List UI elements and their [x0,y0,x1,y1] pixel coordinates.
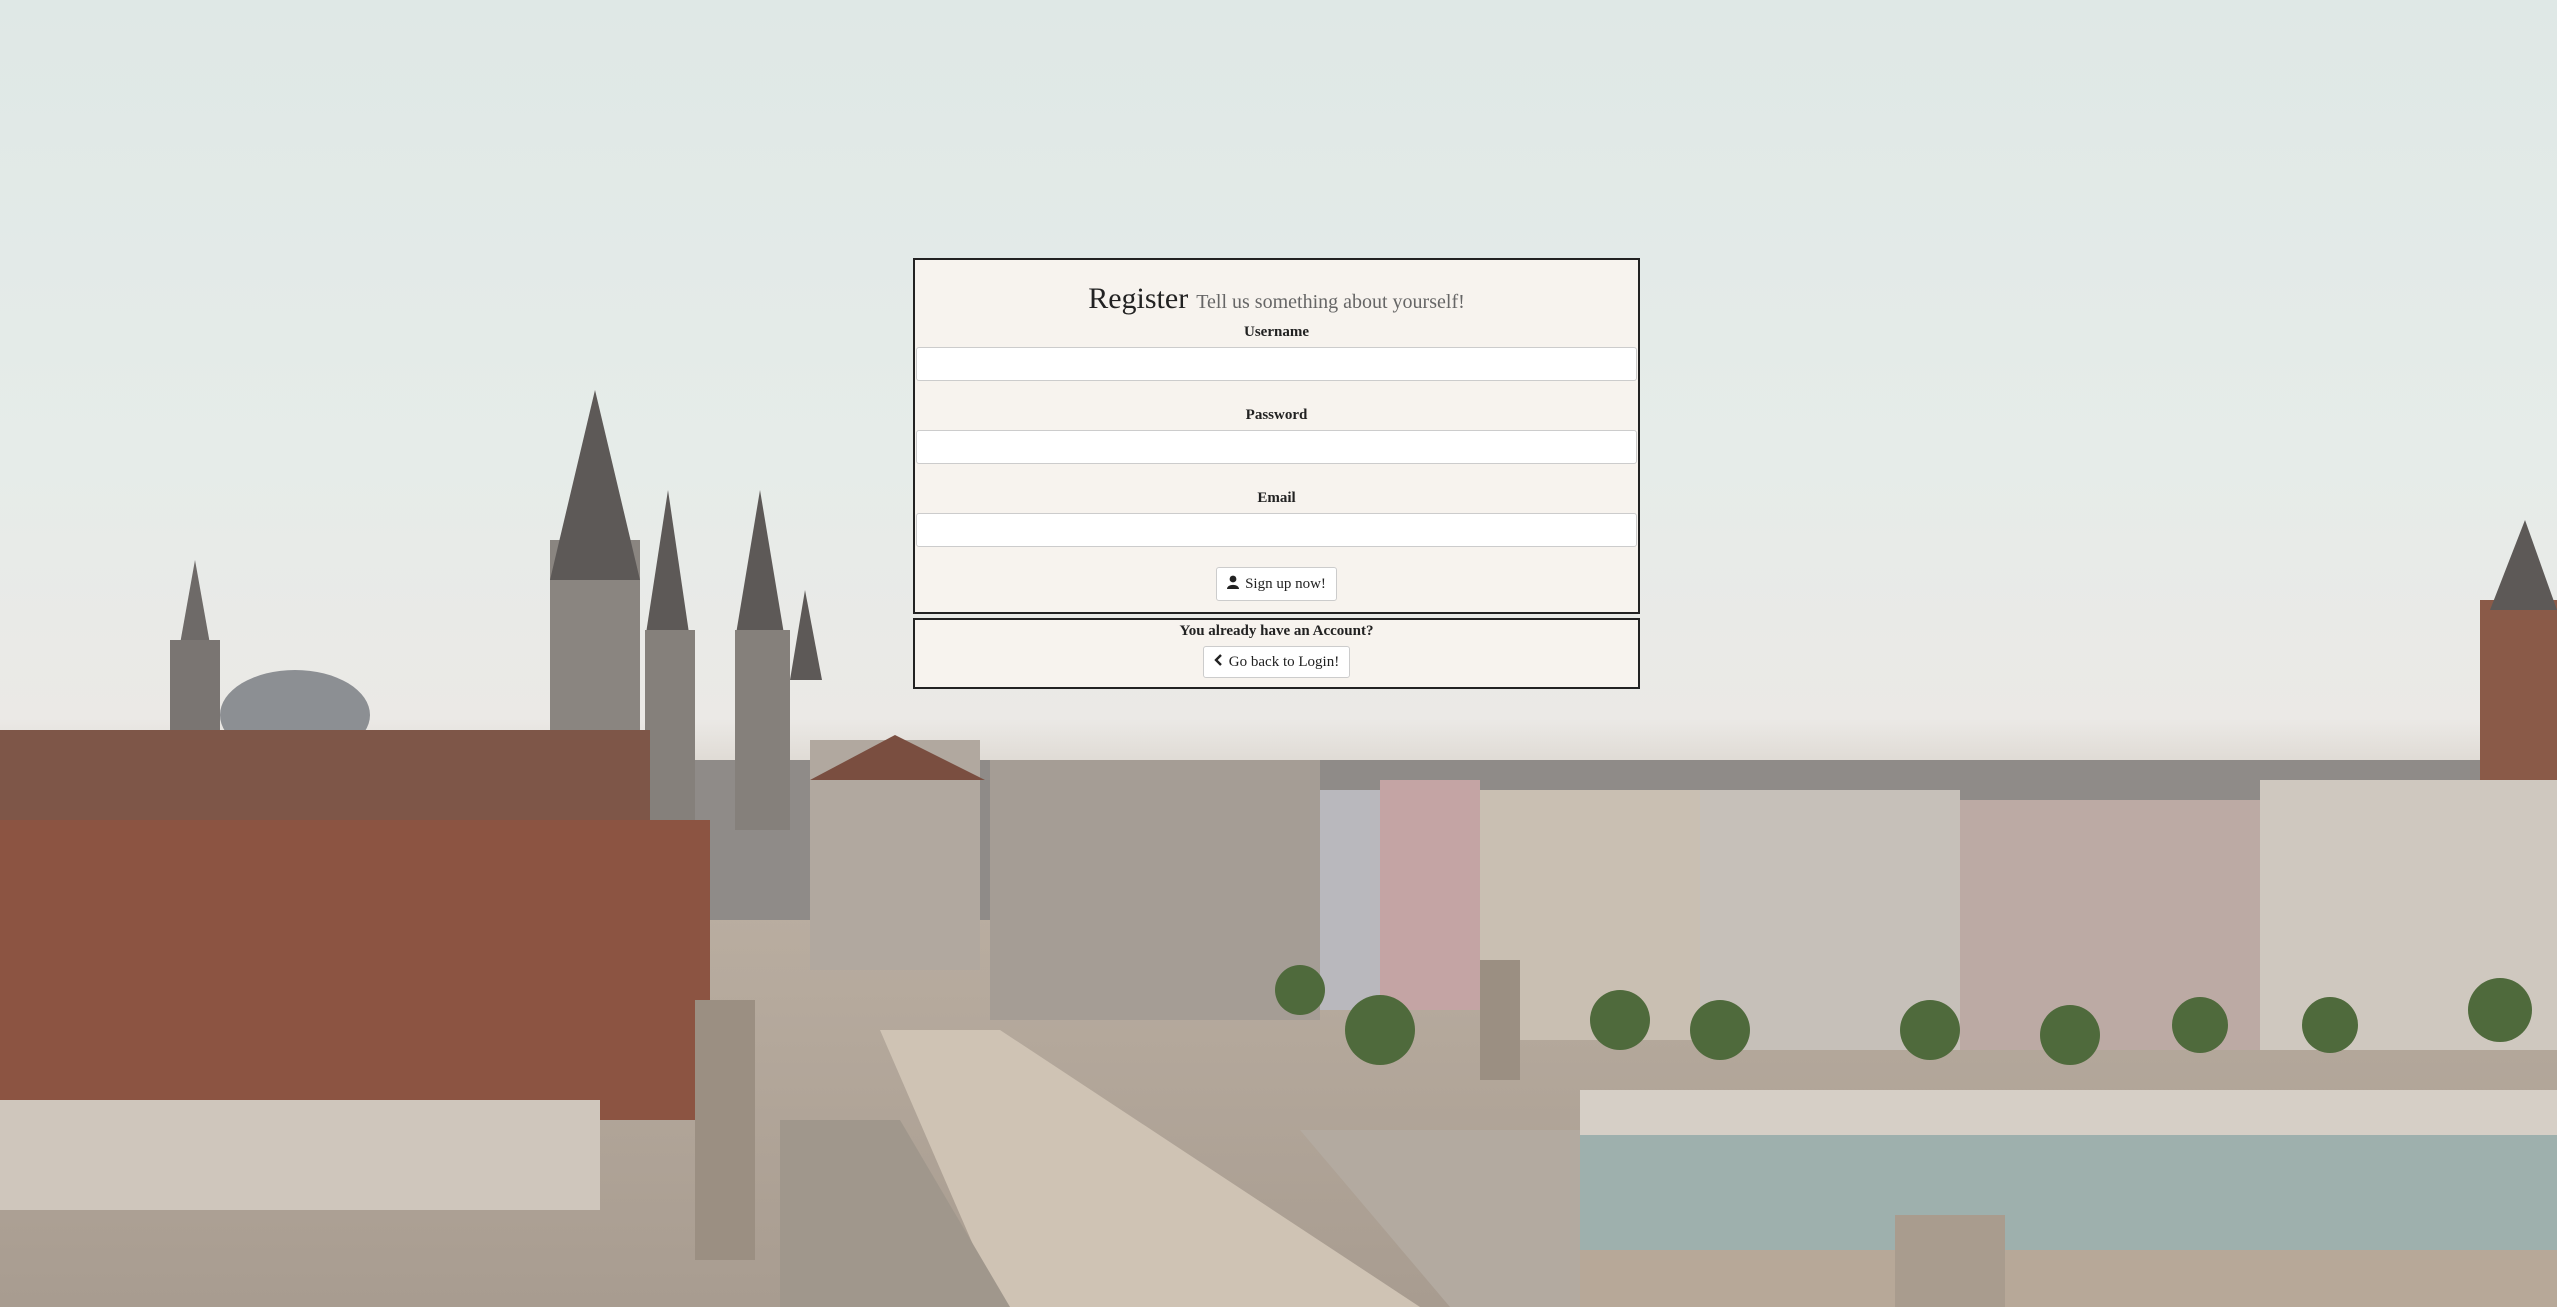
username-input[interactable] [916,347,1637,381]
login-row: Go back to Login! [915,646,1638,678]
register-header: Register Tell us something about yoursel… [915,282,1638,316]
register-title: Register [1088,282,1189,315]
username-label: Username [1244,324,1309,340]
login-panel: You already have an Account? Go back to … [913,618,1640,689]
email-label: Email [1257,490,1296,506]
back-to-login-button[interactable]: Go back to Login! [1202,646,1351,678]
password-group: Password [915,407,1638,464]
register-panel: Register Tell us something about yoursel… [913,258,1640,614]
signup-row: Sign up now! [915,567,1638,601]
back-to-login-label: Go back to Login! [1228,653,1340,670]
register-subtitle: Tell us something about yourself! [1196,291,1465,313]
chevron-left-icon [1214,653,1223,671]
user-icon [1227,575,1240,594]
username-group: Username [915,324,1638,381]
email-group: Email [915,490,1638,547]
email-input[interactable] [916,513,1637,547]
password-label: Password [1245,407,1308,423]
signup-button[interactable]: Sign up now! [1216,567,1337,601]
signup-button-label: Sign up now! [1245,575,1326,592]
login-question: You already have an Account? [1179,623,1374,639]
password-input[interactable] [916,430,1637,464]
